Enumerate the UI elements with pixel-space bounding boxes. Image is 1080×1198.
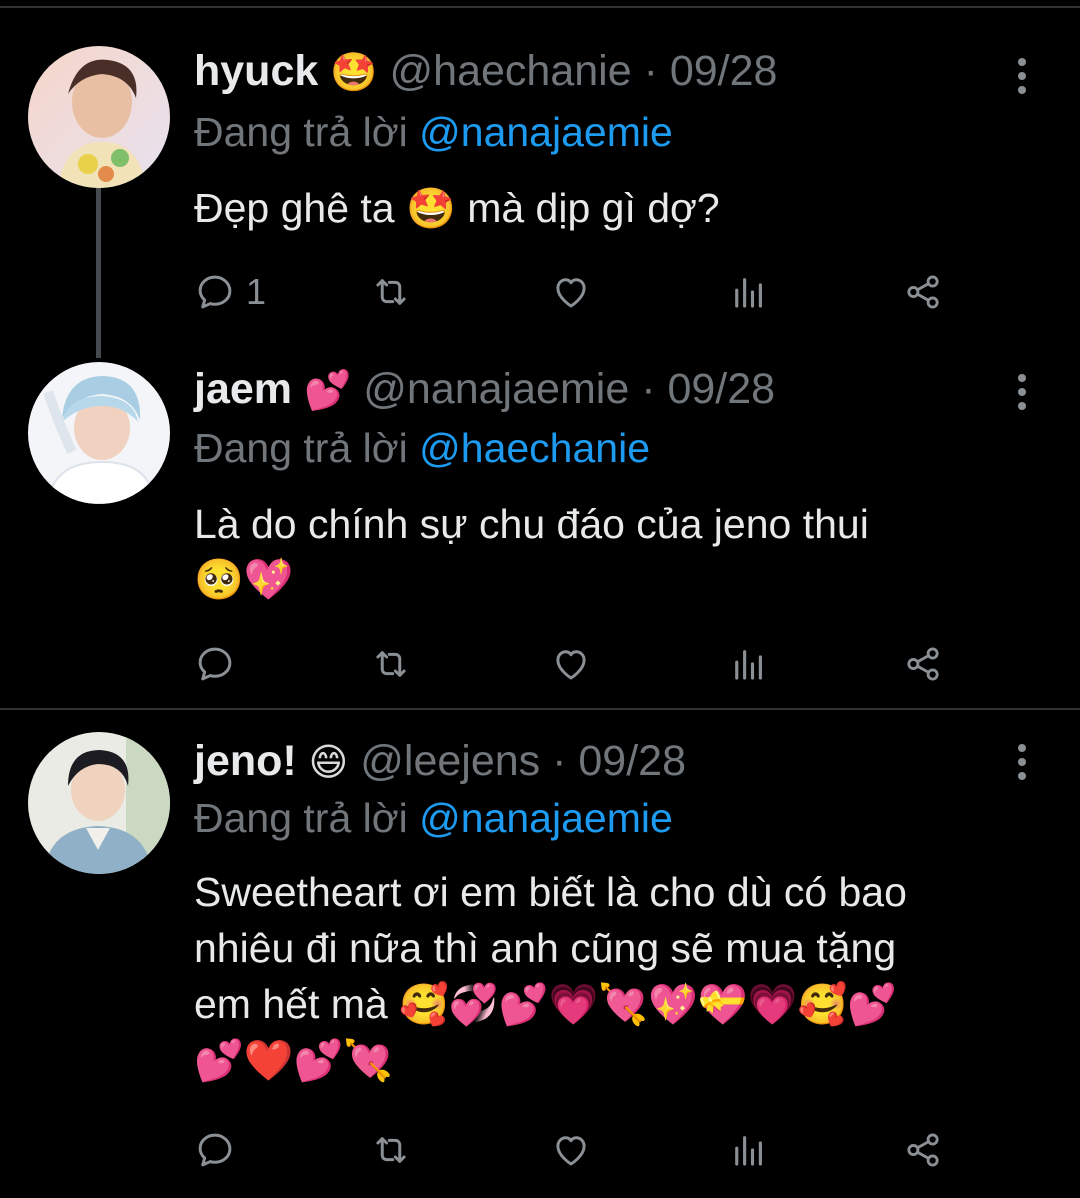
share-button[interactable] (902, 642, 944, 686)
retweet-icon (376, 279, 406, 305)
share-icon (907, 1133, 939, 1167)
text-part: mà dịp gì dợ? (455, 185, 720, 231)
reply-icon (198, 275, 232, 309)
top-divider (0, 6, 1080, 8)
views-icon (735, 650, 762, 680)
user-handle[interactable]: @nanajaemie (363, 365, 629, 413)
display-name[interactable]: jeno! (194, 737, 297, 785)
user-handle[interactable]: @haechanie (390, 47, 632, 95)
name-emoji: 😄 (308, 740, 349, 784)
like-button[interactable] (550, 270, 592, 314)
user-handle[interactable]: @leejens (360, 737, 540, 785)
action-bar (194, 1128, 954, 1172)
action-bar: 1 (194, 270, 954, 314)
like-icon (556, 278, 586, 308)
like-button[interactable] (550, 1128, 592, 1172)
reply-prefix: Đang trả lời (194, 795, 408, 841)
tweet-divider (0, 708, 1080, 710)
share-button[interactable] (902, 270, 944, 314)
more-options-icon[interactable] (1012, 374, 1032, 416)
reply-button[interactable]: 1 (194, 270, 266, 314)
views-icon (735, 1136, 762, 1166)
display-name[interactable]: jaem (194, 365, 292, 413)
text-line: Sweetheart ơi em biết là cho dù có bao (194, 869, 907, 915)
like-button[interactable] (550, 642, 592, 686)
action-bar (194, 642, 954, 686)
tweet-jeno[interactable]: jeno! 😄 @leejens · 09/28 Đang trả lời @n… (0, 732, 1080, 1182)
text-line: em hết mà 🥰💞💕💗💘💖💝💗🥰💕 (194, 976, 1054, 1033)
retweet-button[interactable] (370, 642, 412, 686)
tweet-header: hyuck 🤩 @haechanie · 09/28 (194, 46, 777, 97)
text-emoji: 🥰💞💕💗💘💖💝💗🥰💕 (399, 982, 898, 1028)
share-icon (907, 275, 939, 309)
views-button[interactable] (728, 642, 770, 686)
tweet-header: jeno! 😄 @leejens · 09/28 (194, 736, 686, 787)
text-emoji: 🥺💖 (194, 557, 294, 603)
reply-handle-link[interactable]: @haechanie (419, 425, 650, 471)
tweet-text: Đẹp ghê ta 🤩 mà dịp gì dợ? (194, 180, 1054, 237)
text-line: Là do chính sự chu đáo của jeno thui (194, 501, 869, 547)
views-button[interactable] (728, 270, 770, 314)
retweet-button[interactable] (370, 1128, 412, 1172)
retweet-icon (376, 1137, 406, 1163)
reply-context: Đang trả lời @haechanie (194, 424, 650, 472)
tweet-jaem[interactable]: jaem 💕 @nanajaemie · 09/28 Đang trả lời … (0, 362, 1080, 692)
display-name[interactable]: hyuck (194, 47, 318, 95)
text-emoji: 💕❤️💕💘 (194, 1038, 394, 1084)
tweet-date[interactable]: · 09/28 (644, 47, 778, 95)
text-part: Đẹp ghê ta (194, 185, 406, 231)
reply-icon (198, 647, 232, 681)
tweet-date[interactable]: · 09/28 (641, 365, 775, 413)
tweet-text: Sweetheart ơi em biết là cho dù có bao n… (194, 864, 1054, 1089)
views-icon (735, 278, 762, 308)
reply-count: 1 (246, 271, 267, 312)
like-icon (556, 650, 586, 680)
tweet-text: Là do chính sự chu đáo của jeno thui 🥺💖 (194, 496, 1054, 608)
share-button[interactable] (902, 1128, 944, 1172)
like-icon (556, 1136, 586, 1166)
reply-button[interactable] (194, 642, 236, 686)
avatar-hyuck[interactable] (28, 46, 170, 188)
retweet-icon (376, 651, 406, 677)
text-line: nhiêu đi nữa thì anh cũng sẽ mua tặng (194, 925, 897, 971)
more-options-icon[interactable] (1012, 744, 1032, 786)
name-emoji: 💕 (303, 368, 352, 412)
share-icon (907, 647, 939, 681)
tweet-header: jaem 💕 @nanajaemie · 09/28 (194, 364, 775, 415)
retweet-button[interactable] (370, 270, 412, 314)
reply-context: Đang trả lời @nanajaemie (194, 108, 673, 156)
tweet-hyuck[interactable]: hyuck 🤩 @haechanie · 09/28 Đang trả lời … (0, 46, 1080, 356)
reply-icon (198, 1133, 232, 1167)
reply-handle-link[interactable]: @nanajaemie (419, 795, 673, 841)
name-emoji: 🤩 (330, 50, 378, 94)
views-button[interactable] (728, 1128, 770, 1172)
reply-button[interactable] (194, 1128, 236, 1172)
reply-handle-link[interactable]: @nanajaemie (419, 109, 673, 155)
reply-prefix: Đang trả lời (194, 425, 408, 471)
text-emoji: 🤩 (406, 186, 456, 232)
avatar-jeno[interactable] (28, 732, 170, 874)
tweet-date[interactable]: · 09/28 (552, 737, 686, 785)
more-options-icon[interactable] (1012, 58, 1032, 100)
avatar-jaem[interactable] (28, 362, 170, 504)
text-part: em hết mà (194, 981, 400, 1027)
reply-prefix: Đang trả lời (194, 109, 408, 155)
reply-context: Đang trả lời @nanajaemie (194, 794, 673, 842)
